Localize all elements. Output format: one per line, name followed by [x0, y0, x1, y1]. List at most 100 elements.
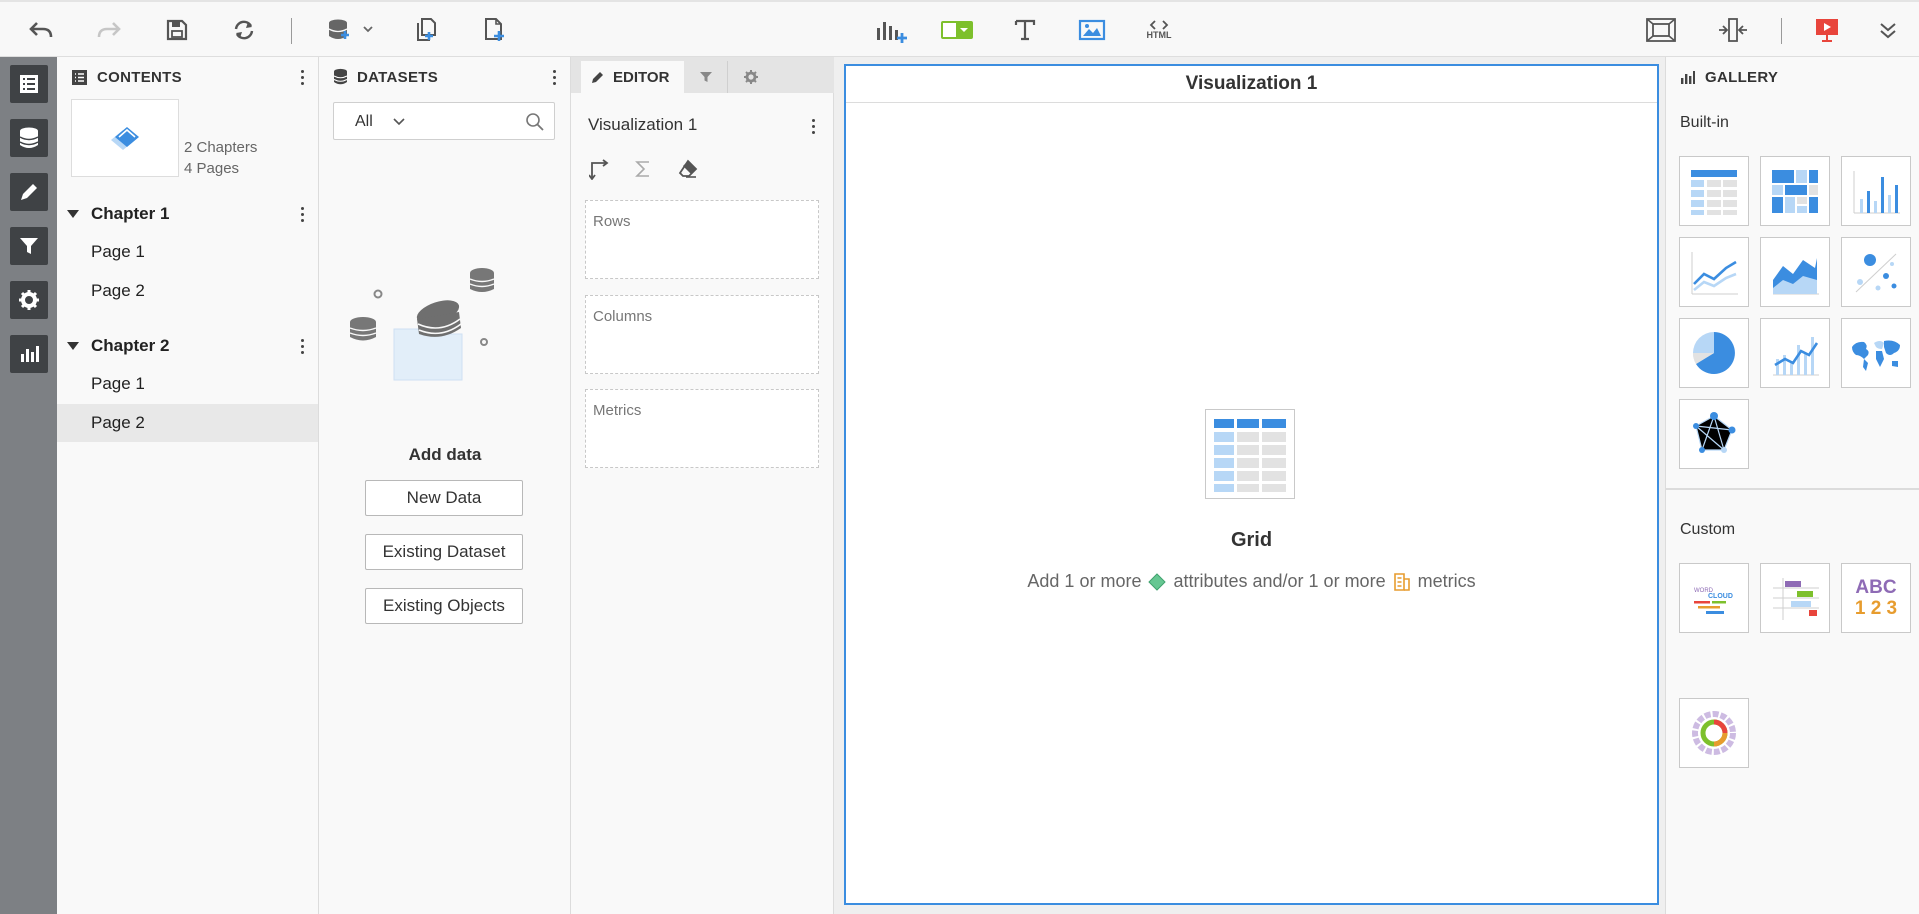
columns-drop-zone[interactable]: Columns: [585, 295, 819, 374]
viz-title[interactable]: Visualization 1: [1186, 73, 1318, 95]
chapter-2[interactable]: Chapter 2: [57, 327, 318, 365]
eraser-icon[interactable]: [678, 159, 698, 179]
database-add-icon[interactable]: [324, 12, 376, 48]
chapter-1-page-2[interactable]: Page 2: [57, 272, 318, 310]
pencil-icon: [592, 72, 603, 83]
hint-part2: attributes and/or 1 or more: [1173, 571, 1386, 591]
rows-label: Rows: [593, 213, 631, 230]
add-data-illustration-icon: [349, 268, 495, 381]
tab-editor-label: EDITOR: [613, 68, 670, 86]
dataset-filter-search[interactable]: All: [333, 102, 555, 140]
text-icon[interactable]: [1012, 12, 1038, 48]
contents-panel-icon[interactable]: [10, 65, 48, 103]
chapter-2-page-2[interactable]: Page 2: [57, 404, 318, 442]
attribute-icon: [1148, 572, 1167, 591]
image-icon[interactable]: [1077, 12, 1107, 48]
undo-icon[interactable]: [26, 12, 56, 48]
new-data-button[interactable]: New Data: [365, 480, 523, 516]
filter-selector-icon[interactable]: [940, 12, 974, 48]
duplicate-page-icon[interactable]: [412, 12, 442, 48]
sigma-icon[interactable]: [633, 159, 653, 179]
gallery-grid-icon[interactable]: [1679, 156, 1749, 226]
dataset-filter-value[interactable]: All: [355, 113, 373, 131]
insert-chart-icon[interactable]: [873, 12, 909, 48]
gallery-word-cloud-icon[interactable]: WORD CLOUD: [1679, 563, 1749, 633]
refresh-icon[interactable]: [230, 12, 258, 48]
page-label: Page 1: [91, 242, 145, 261]
kpi-abc-text: ABC: [1855, 577, 1897, 598]
responsive-icon[interactable]: [1716, 12, 1750, 48]
gallery-kpi-icon[interactable]: ABC 1 2 3: [1841, 563, 1911, 633]
tab-editor[interactable]: EDITOR: [581, 61, 684, 93]
datasets-panel: DATASETS All Add data New Data Existing …: [319, 57, 571, 914]
new-page-icon[interactable]: [481, 12, 509, 48]
page-label: Page 2: [91, 281, 145, 300]
datasets-panel-icon[interactable]: [10, 119, 48, 157]
dossier-summary: 2 Chapters 4 Pages: [184, 137, 257, 179]
presentation-icon[interactable]: [1812, 12, 1842, 48]
toolbar-separator: [291, 18, 292, 44]
gallery-title: GALLERY: [1705, 68, 1779, 86]
editor-panel-icon[interactable]: [10, 173, 48, 211]
gallery-divider: [1666, 488, 1919, 490]
chapter-menu-icon[interactable]: [294, 203, 310, 225]
contents-title: CONTENTS: [97, 68, 182, 86]
canvas-area: Visualization 1 Grid Add 1 or more attri…: [834, 57, 1665, 914]
grid-placeholder-icon: [1205, 409, 1295, 499]
datasets-menu-icon[interactable]: [546, 66, 562, 88]
wordcloud-cloud-text: CLOUD: [1708, 593, 1733, 600]
existing-dataset-button[interactable]: Existing Dataset: [365, 534, 523, 570]
chapter-2-page-1[interactable]: Page 1: [57, 365, 318, 403]
dossier-thumbnail[interactable]: [71, 99, 179, 177]
contents-menu-icon[interactable]: [294, 66, 310, 88]
tab-filter[interactable]: [685, 61, 728, 93]
filter-icon: [700, 72, 712, 82]
add-data-label: Add data: [408, 445, 482, 464]
gallery-gantt-icon[interactable]: [1760, 563, 1830, 633]
left-icon-bar: [0, 57, 57, 914]
gallery-bar-chart-icon[interactable]: [1841, 156, 1911, 226]
hint-part1: Add 1 or more: [1027, 571, 1142, 591]
chapter-expand-icon[interactable]: [67, 342, 79, 350]
gallery-panel-icon[interactable]: [10, 335, 48, 373]
filter-panel-icon[interactable]: [10, 227, 48, 265]
gallery-sunburst-icon[interactable]: [1679, 698, 1749, 768]
gallery-pie-chart-icon[interactable]: [1679, 318, 1749, 388]
format-panel-icon[interactable]: [10, 281, 48, 319]
chapter-label: Chapter 2: [91, 336, 170, 355]
editor-tabbar: EDITOR: [571, 57, 834, 93]
viz-name[interactable]: Visualization 1: [588, 115, 697, 135]
gallery-scatter-icon[interactable]: [1841, 237, 1911, 307]
gallery-network-icon[interactable]: [1679, 399, 1749, 469]
contents-panel: CONTENTS 2 Chapters 4 Pages Chapter 1 Pa…: [57, 57, 319, 914]
tab-format[interactable]: [729, 61, 772, 93]
gallery-area-chart-icon[interactable]: [1760, 237, 1830, 307]
metrics-drop-zone[interactable]: Metrics: [585, 389, 819, 468]
custom-label: Custom: [1680, 521, 1736, 538]
swap-axes-icon[interactable]: [589, 158, 611, 180]
search-icon[interactable]: [525, 112, 545, 132]
gallery-header: GALLERY: [1666, 57, 1919, 97]
chevron-down-icon[interactable]: [392, 117, 406, 127]
builtin-label: Built-in: [1680, 114, 1729, 131]
chapter-expand-icon[interactable]: [67, 210, 79, 218]
collapse-icon[interactable]: [1876, 12, 1900, 48]
gallery-heatmap-icon[interactable]: [1760, 156, 1830, 226]
gallery-combo-chart-icon[interactable]: [1760, 318, 1830, 388]
html-icon[interactable]: HTML: [1142, 12, 1176, 48]
fit-page-icon[interactable]: [1644, 12, 1678, 48]
redo-icon[interactable]: [94, 12, 124, 48]
gallery-line-chart-icon[interactable]: [1679, 237, 1749, 307]
kpi-123-text: 1 2 3: [1854, 598, 1898, 619]
rows-drop-zone[interactable]: Rows: [585, 200, 819, 279]
viz-menu-icon[interactable]: [805, 115, 821, 137]
visualization-container[interactable]: Visualization 1 Grid Add 1 or more attri…: [844, 64, 1659, 905]
gallery-map-icon[interactable]: [1841, 318, 1911, 388]
existing-objects-button[interactable]: Existing Objects: [365, 588, 523, 624]
chapter-1[interactable]: Chapter 1: [57, 195, 318, 233]
editor-panel: EDITOR Visualization 1 Rows Columns Metr…: [571, 57, 834, 914]
datasets-title: DATASETS: [357, 68, 439, 86]
save-icon[interactable]: [164, 12, 190, 48]
chapter-1-page-1[interactable]: Page 1: [57, 233, 318, 271]
chapter-menu-icon[interactable]: [294, 335, 310, 357]
